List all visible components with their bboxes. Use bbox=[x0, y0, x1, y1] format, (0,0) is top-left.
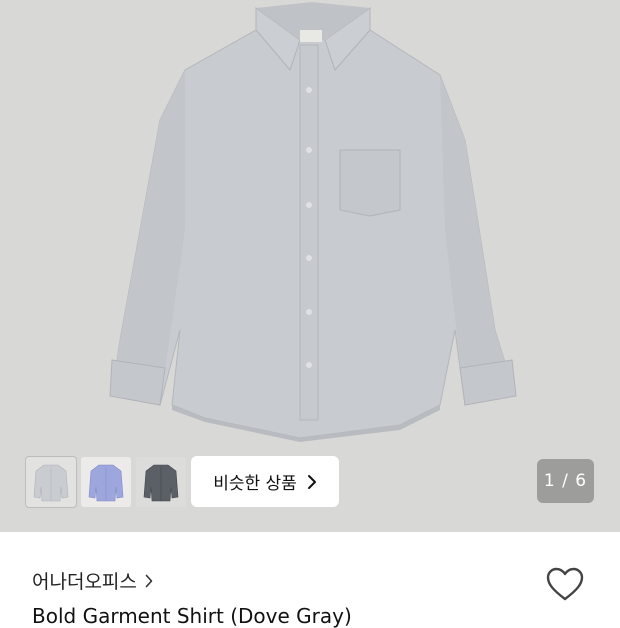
thumbnail-strip bbox=[25, 456, 186, 508]
product-info: 어나더오피스 Bold Garment Shirt (Dove Gray) bbox=[0, 532, 620, 628]
thumbnail-blue-shirt[interactable] bbox=[81, 457, 131, 507]
product-main-image bbox=[109, 2, 517, 442]
brand-name: 어나더오피스 bbox=[32, 571, 137, 593]
thumbnail-gray-shirt[interactable] bbox=[25, 456, 77, 508]
shirt-thumbnail-icon bbox=[26, 457, 76, 507]
product-image-gallery[interactable]: 비슷한 상품 1 / 6 bbox=[0, 0, 620, 532]
product-title: Bold Garment Shirt (Dove Gray) bbox=[32, 604, 352, 628]
brand-link[interactable]: 어나더오피스 bbox=[32, 567, 153, 594]
shirt-thumbnail-icon bbox=[81, 457, 131, 507]
chevron-right-icon bbox=[145, 574, 153, 587]
similar-products-label: 비슷한 상품 bbox=[213, 474, 297, 494]
similar-products-button[interactable]: 비슷한 상품 bbox=[191, 456, 339, 507]
heart-icon[interactable] bbox=[545, 565, 585, 605]
thumbnail-charcoal-shirt[interactable] bbox=[136, 457, 186, 507]
chevron-right-icon bbox=[307, 474, 316, 489]
shirt-thumbnail-icon bbox=[136, 457, 186, 507]
image-counter: 1 / 6 bbox=[537, 459, 594, 503]
